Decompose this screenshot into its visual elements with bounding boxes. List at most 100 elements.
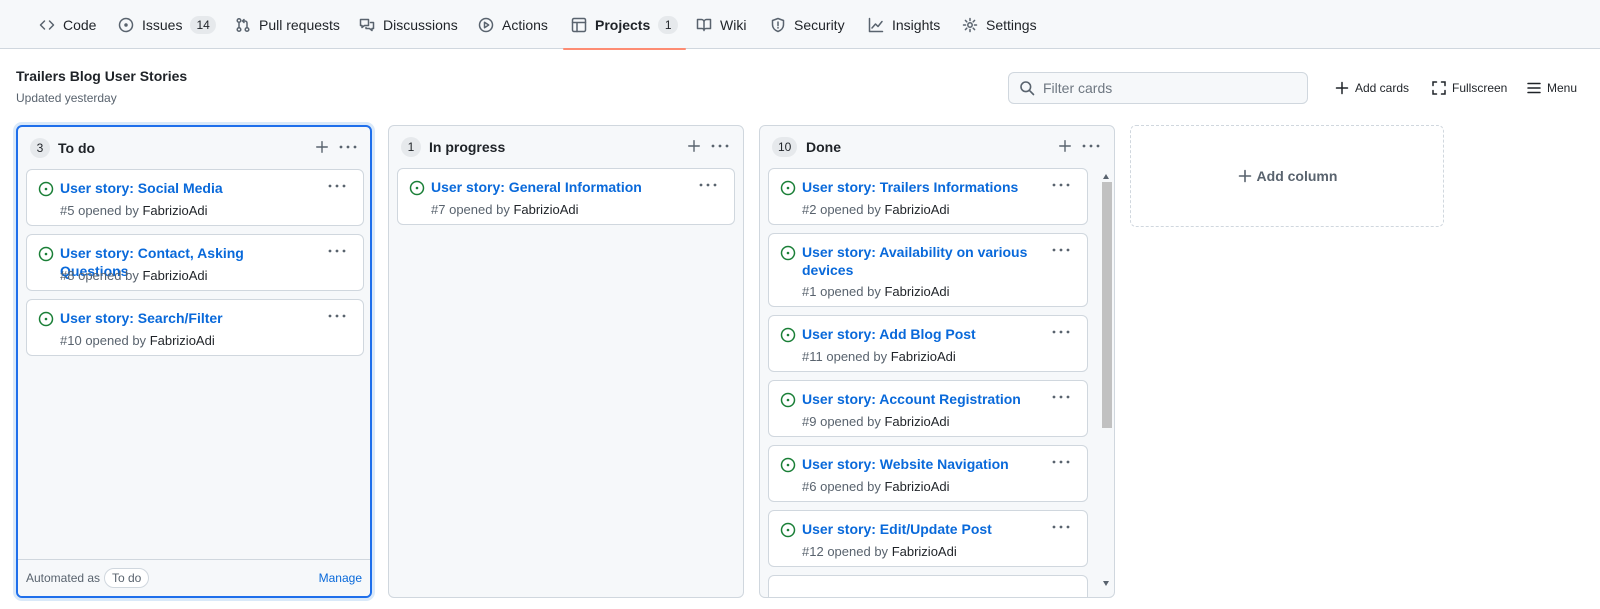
issue-number: #12 bbox=[802, 544, 824, 559]
card-options-button[interactable] bbox=[696, 177, 720, 193]
card-meta: #12 opened by FabrizioAdi bbox=[802, 544, 957, 559]
issue-card[interactable]: User story: Social Media #5 opened by Fa… bbox=[26, 169, 364, 226]
issue-card-partial[interactable] bbox=[768, 575, 1088, 597]
card-meta: #5 opened by FabrizioAdi bbox=[60, 203, 207, 218]
plus-icon bbox=[688, 140, 700, 152]
card-options-button[interactable] bbox=[1049, 389, 1073, 405]
kebab-horizontal-icon bbox=[1052, 330, 1070, 334]
card-title-link[interactable]: User story: Social Media bbox=[60, 179, 310, 197]
issue-opened-icon bbox=[780, 392, 796, 408]
add-card-button[interactable] bbox=[1055, 136, 1075, 156]
project-title: Trailers Blog User Stories bbox=[16, 68, 188, 84]
issues-counter: 14 bbox=[190, 15, 216, 34]
manage-automation-link[interactable]: Manage bbox=[319, 571, 362, 585]
column-scrollbar[interactable] bbox=[1101, 170, 1113, 590]
add-cards-button[interactable]: Add cards bbox=[1334, 76, 1409, 100]
tab-actions[interactable]: Actions bbox=[478, 0, 548, 49]
tab-issues[interactable]: Issues 14 bbox=[118, 0, 216, 49]
issue-card[interactable]: User story: General Information #7 opene… bbox=[397, 168, 735, 225]
add-column-button[interactable]: Add column bbox=[1130, 125, 1444, 227]
tab-insights[interactable]: Insights bbox=[868, 0, 940, 49]
author-link[interactable]: FabrizioAdi bbox=[884, 479, 949, 494]
author-link[interactable]: FabrizioAdi bbox=[142, 203, 207, 218]
filter-cards-input[interactable] bbox=[1043, 80, 1293, 96]
issue-card[interactable]: User story: Account Registration #9 open… bbox=[768, 380, 1088, 437]
gear-icon bbox=[962, 17, 978, 32]
issue-opened-icon bbox=[118, 17, 134, 32]
column-options-button[interactable] bbox=[336, 137, 360, 157]
scroll-down-arrow-icon[interactable] bbox=[1103, 581, 1109, 586]
automated-as-label: Automated as bbox=[26, 571, 101, 585]
card-options-button[interactable] bbox=[1049, 242, 1073, 258]
author-link[interactable]: FabrizioAdi bbox=[891, 349, 956, 364]
card-title-link[interactable]: User story: Trailers Informations bbox=[802, 178, 1052, 196]
tab-pull-requests-label: Pull requests bbox=[259, 16, 340, 33]
tab-security[interactable]: Security bbox=[770, 0, 845, 49]
card-title-link[interactable]: User story: General Information bbox=[431, 178, 681, 196]
issue-card[interactable]: User story: Search/Filter #10 opened by … bbox=[26, 299, 364, 356]
author-link[interactable]: FabrizioAdi bbox=[142, 268, 207, 283]
issue-opened-icon bbox=[38, 181, 54, 197]
card-title-link[interactable]: User story: Search/Filter bbox=[60, 309, 310, 327]
column-done: 10 Done User story: Trailers Information… bbox=[759, 125, 1115, 598]
tab-code[interactable]: Code bbox=[39, 0, 96, 49]
card-options-button[interactable] bbox=[1049, 519, 1073, 535]
card-options-button[interactable] bbox=[325, 243, 349, 259]
column-footer: Automated as To do Manage bbox=[18, 559, 370, 596]
add-card-button[interactable] bbox=[684, 136, 704, 156]
card-options-button[interactable] bbox=[1049, 177, 1073, 193]
kebab-horizontal-icon bbox=[1052, 525, 1070, 529]
automation-badge: To do bbox=[104, 568, 150, 588]
card-title-link[interactable]: User story: Add Blog Post bbox=[802, 325, 1052, 343]
tab-wiki[interactable]: Wiki bbox=[696, 0, 746, 49]
column-options-button[interactable] bbox=[708, 136, 732, 156]
tab-pull-requests[interactable]: Pull requests bbox=[235, 0, 340, 49]
card-options-button[interactable] bbox=[1049, 454, 1073, 470]
card-title-link[interactable]: User story: Edit/Update Post bbox=[802, 520, 1052, 538]
column-header: 3 To do bbox=[18, 127, 370, 171]
card-options-button[interactable] bbox=[325, 308, 349, 324]
issue-card[interactable]: User story: Contact, Asking Questions #8… bbox=[26, 234, 364, 291]
opened-by-text: opened by bbox=[78, 268, 139, 283]
issue-opened-icon bbox=[780, 522, 796, 538]
card-meta: #6 opened by FabrizioAdi bbox=[802, 479, 949, 494]
scroll-thumb[interactable] bbox=[1102, 182, 1112, 428]
card-title-link[interactable]: User story: Availability on various devi… bbox=[802, 243, 1032, 279]
fullscreen-button[interactable]: Fullscreen bbox=[1431, 76, 1507, 100]
filter-cards-field[interactable] bbox=[1008, 72, 1308, 104]
card-options-button[interactable] bbox=[325, 178, 349, 194]
card-title-link[interactable]: User story: Account Registration bbox=[802, 390, 1052, 408]
tab-settings[interactable]: Settings bbox=[962, 0, 1037, 49]
opened-by-text: opened by bbox=[820, 284, 881, 299]
scroll-up-arrow-icon[interactable] bbox=[1103, 174, 1109, 179]
issue-card[interactable]: User story: Availability on various devi… bbox=[768, 233, 1088, 307]
author-link[interactable]: FabrizioAdi bbox=[884, 414, 949, 429]
author-link[interactable]: FabrizioAdi bbox=[513, 202, 578, 217]
kebab-horizontal-icon bbox=[1052, 248, 1070, 252]
kebab-horizontal-icon bbox=[1052, 395, 1070, 399]
issue-number: #11 bbox=[802, 349, 823, 364]
issue-number: #7 bbox=[431, 202, 446, 217]
card-options-button[interactable] bbox=[1049, 324, 1073, 340]
issue-card[interactable]: User story: Website Navigation #6 opened… bbox=[768, 445, 1088, 502]
graph-icon bbox=[868, 17, 884, 32]
kebab-horizontal-icon bbox=[339, 145, 357, 149]
author-link[interactable]: FabrizioAdi bbox=[884, 284, 949, 299]
column-to-do: 3 To do User story: Social Media #5 open… bbox=[16, 125, 372, 598]
author-link[interactable]: FabrizioAdi bbox=[884, 202, 949, 217]
opened-by-text: opened by bbox=[820, 479, 881, 494]
column-options-button[interactable] bbox=[1079, 136, 1103, 156]
tab-discussions[interactable]: Discussions bbox=[359, 0, 458, 49]
add-card-button[interactable] bbox=[312, 137, 332, 157]
menu-button[interactable]: Menu bbox=[1526, 76, 1577, 100]
issue-card[interactable]: User story: Edit/Update Post #12 opened … bbox=[768, 510, 1088, 567]
issue-card[interactable]: User story: Add Blog Post #11 opened by … bbox=[768, 315, 1088, 372]
column-name: In progress bbox=[429, 139, 506, 155]
author-link[interactable]: FabrizioAdi bbox=[892, 544, 957, 559]
tab-insights-label: Insights bbox=[892, 16, 941, 33]
issue-card[interactable]: User story: Trailers Informations #2 ope… bbox=[768, 168, 1088, 225]
author-link[interactable]: FabrizioAdi bbox=[150, 333, 215, 348]
card-title-link[interactable]: User story: Website Navigation bbox=[802, 455, 1052, 473]
card-meta: #7 opened by FabrizioAdi bbox=[431, 202, 578, 217]
tab-projects[interactable]: Projects 1 bbox=[562, 0, 687, 50]
